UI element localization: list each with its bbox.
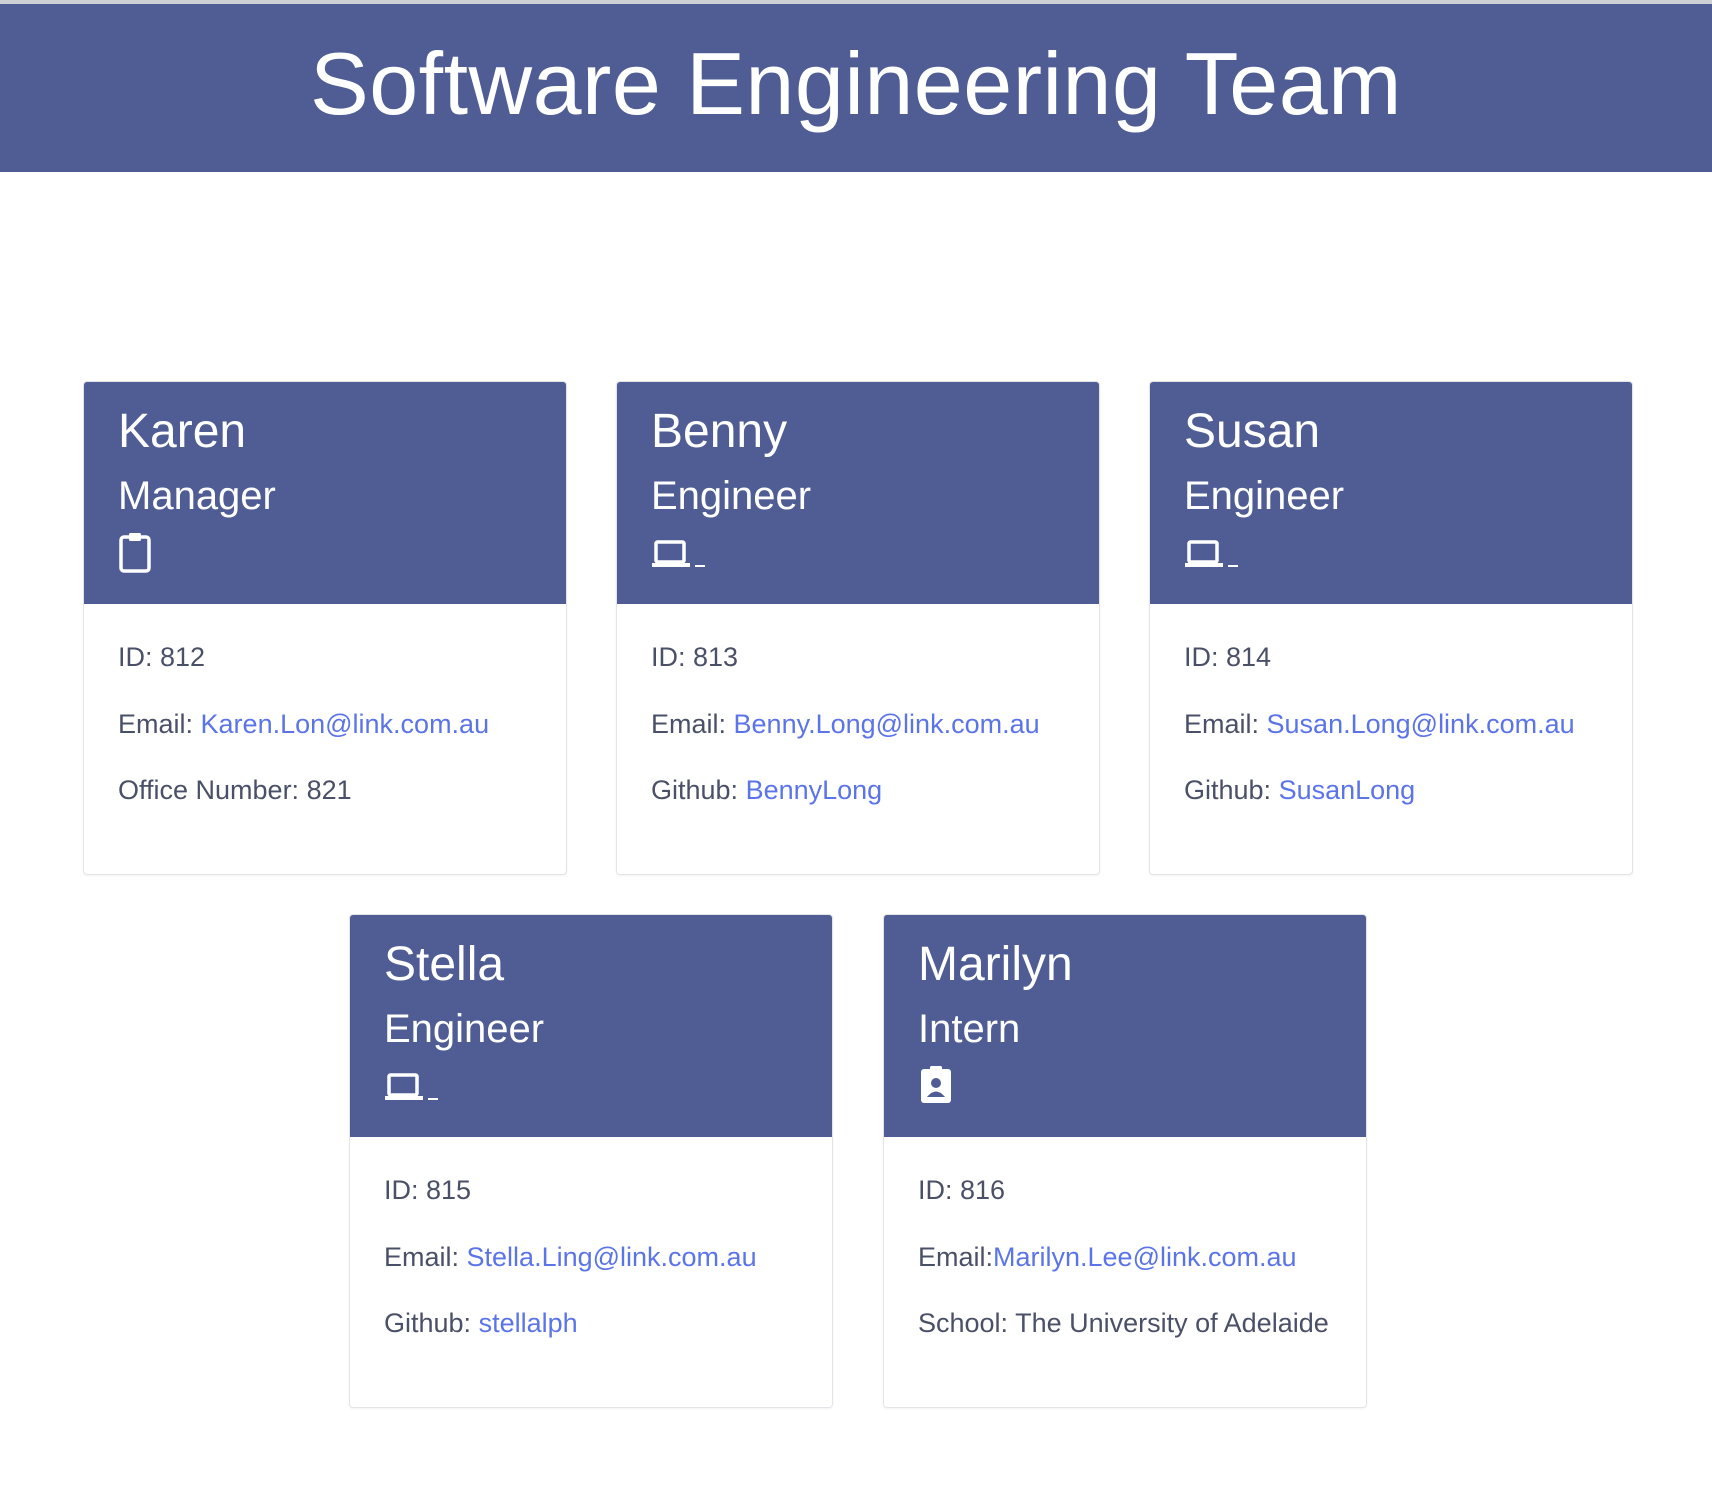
page-title: Software Engineering Team — [310, 34, 1402, 133]
laptop-icon — [1185, 540, 1238, 567]
employee-role: Engineer — [384, 1007, 545, 1051]
clipboard-icon — [119, 533, 151, 573]
github-label: Github: — [384, 1308, 479, 1338]
employee-role: Intern — [918, 1007, 1021, 1051]
email-label: Email: — [118, 709, 201, 739]
employee-email-row: Email: Karen.Lon@link.com.au — [118, 709, 489, 740]
employee-name: Benny — [651, 405, 788, 458]
employee-email-row: Email: Benny.Long@link.com.au — [651, 709, 1040, 740]
laptop-icon — [652, 540, 705, 567]
card-header: Marilyn Intern — [884, 915, 1366, 1137]
laptop-icon — [385, 1073, 438, 1100]
employee-role: Manager — [118, 474, 276, 518]
employee-id: ID: 814 — [1184, 642, 1272, 672]
github-link[interactable]: SusanLong — [1279, 775, 1416, 805]
employee-id: ID: 815 — [384, 1175, 472, 1205]
employee-card-stella: Stella Engineer ID: 815 Email: Stella.Li… — [349, 914, 833, 1408]
employee-email-row: Email:Marilyn.Lee@link.com.au — [918, 1242, 1297, 1273]
employee-role: Engineer — [1184, 474, 1345, 518]
employee-email-row: Email: Susan.Long@link.com.au — [1184, 709, 1575, 740]
card-header: Karen Manager — [84, 382, 566, 604]
email-link[interactable]: Stella.Ling@link.com.au — [467, 1242, 757, 1272]
employee-id: ID: 813 — [651, 642, 739, 672]
github-label: Github: — [651, 775, 746, 805]
email-label: Email: — [651, 709, 734, 739]
email-link[interactable]: Benny.Long@link.com.au — [734, 709, 1040, 739]
employee-card-benny: Benny Engineer ID: 813 Email: Benny.Long… — [616, 381, 1100, 875]
employee-name: Marilyn — [918, 938, 1073, 991]
employee-card-marilyn: Marilyn Intern ID: 816 Email:Marilyn.Lee… — [883, 914, 1367, 1408]
employee-email-row: Email: Stella.Ling@link.com.au — [384, 1242, 757, 1273]
employee-id: ID: 812 — [118, 642, 206, 672]
github-row: Github: SusanLong — [1184, 775, 1415, 806]
card-header: Susan Engineer — [1150, 382, 1632, 604]
employee-role: Engineer — [651, 474, 812, 518]
email-link[interactable]: Marilyn.Lee@link.com.au — [993, 1242, 1297, 1272]
github-row: Github: BennyLong — [651, 775, 882, 806]
email-label: Email: — [918, 1242, 994, 1272]
email-link[interactable]: Karen.Lon@link.com.au — [201, 709, 490, 739]
github-link[interactable]: stellalph — [479, 1308, 578, 1338]
github-link[interactable]: BennyLong — [746, 775, 883, 805]
employee-name: Susan — [1184, 405, 1321, 458]
id-badge-icon — [921, 1066, 951, 1103]
page-header: Software Engineering Team — [0, 4, 1712, 172]
github-label: Github: — [1184, 775, 1279, 805]
office-number: Office Number: 821 — [118, 775, 352, 805]
employee-card-karen: Karen Manager ID: 812 Email: Karen.Lon@l… — [83, 381, 567, 875]
employee-card-susan: Susan Engineer ID: 814 Email: Susan.Long… — [1149, 381, 1633, 875]
email-label: Email: — [1184, 709, 1267, 739]
employee-name: Karen — [118, 405, 247, 458]
github-row: Github: stellalph — [384, 1308, 578, 1339]
employee-name: Stella — [384, 938, 505, 991]
employee-id: ID: 816 — [918, 1175, 1006, 1205]
card-header: Stella Engineer — [350, 915, 832, 1137]
email-label: Email: — [384, 1242, 467, 1272]
school: School: The University of Adelaide — [918, 1308, 1329, 1338]
email-link[interactable]: Susan.Long@link.com.au — [1267, 709, 1575, 739]
card-header: Benny Engineer — [617, 382, 1099, 604]
